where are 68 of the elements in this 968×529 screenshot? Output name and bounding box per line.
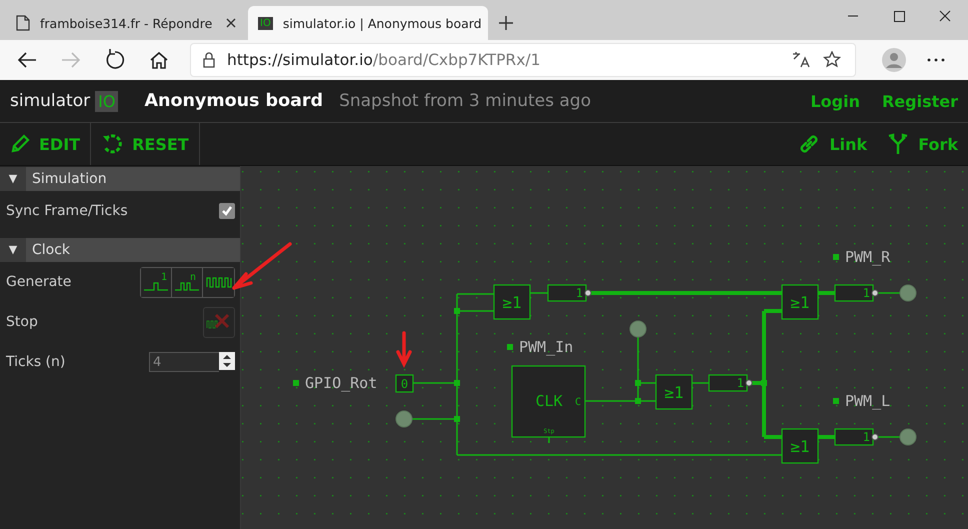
ticks-field[interactable]: 4 — [149, 352, 219, 372]
setting-label: Sync Frame/Ticks — [6, 203, 128, 219]
setting-label: Generate — [6, 274, 72, 290]
header-link[interactable]: Register — [882, 92, 958, 110]
pulse-button[interactable]: 1 — [141, 268, 172, 296]
or-gate: ≥1 — [493, 284, 531, 320]
toolbar-button[interactable]: RESET — [91, 123, 200, 165]
section-header[interactable]: ▼ Simulation — [0, 167, 240, 191]
or-gate: ≥1 — [781, 284, 819, 320]
translate-icon[interactable] — [791, 51, 811, 69]
logo-badge: IO — [95, 90, 118, 112]
or-gate: ≥1 — [655, 374, 693, 410]
buffer-gate: 1 — [834, 284, 878, 302]
setting-label: Ticks (n) — [6, 354, 66, 370]
more-menu-icon[interactable] — [926, 57, 946, 63]
pulse-button[interactable]: n — [172, 268, 203, 296]
wire — [530, 292, 548, 294]
page-icon — [16, 15, 30, 31]
toolbar-button[interactable]: Fork — [877, 123, 968, 165]
led-indicator — [396, 410, 412, 428]
fork-icon — [887, 133, 910, 155]
close-tab-icon[interactable] — [226, 18, 236, 28]
address-bar[interactable]: https://simulator.io/board/Cxbp7KTPRx/1 — [190, 43, 856, 77]
favorite-star-icon[interactable] — [823, 51, 843, 69]
pin-label: GPIO_Rot — [305, 374, 378, 392]
reset-icon — [101, 133, 124, 155]
wire — [877, 436, 900, 438]
pin-label: PWM_In — [519, 338, 574, 356]
buffer-gate: 1 — [708, 374, 752, 392]
toolbar-button[interactable]: Link — [788, 123, 878, 165]
led-indicator — [630, 320, 646, 338]
wire — [818, 435, 836, 439]
lock-icon — [203, 52, 215, 68]
pin-label: PWM_R — [845, 248, 890, 266]
browser-tab[interactable]: framboise314.fr - Répondre — [6, 6, 246, 40]
toolbar-button[interactable]: EDIT — [0, 123, 92, 165]
pin-marker — [833, 254, 839, 260]
header-link[interactable]: Login — [810, 92, 860, 110]
section-header[interactable]: ▼ Clock — [0, 238, 240, 262]
or-gate: ≥1 — [781, 428, 819, 464]
buffer-gate: 1 — [547, 284, 592, 302]
wire — [692, 382, 710, 384]
led-indicator — [900, 284, 916, 302]
led-indicator — [900, 428, 916, 446]
spinner-icon[interactable] — [219, 352, 235, 370]
link-icon — [798, 133, 820, 155]
checkbox[interactable] — [219, 203, 235, 219]
square-wave-icon — [206, 276, 232, 288]
browser-tab[interactable]: IO simulator.io | Anonymous board — [248, 6, 488, 40]
toggle-switch[interactable]: 0 — [395, 374, 414, 393]
board-title: Anonymous board — [144, 91, 324, 111]
wire — [548, 437, 550, 443]
logo-text: simulator — [10, 91, 90, 111]
setting-label: Stop — [6, 314, 38, 330]
profile-avatar-icon[interactable] — [882, 48, 906, 72]
pin-marker — [293, 380, 299, 386]
pin-marker — [507, 344, 513, 350]
pin-label: PWM_L — [845, 392, 890, 410]
snapshot-info: Snapshot from 3 minutes ago — [339, 91, 591, 111]
new-tab-icon[interactable] — [498, 15, 514, 31]
continuous-clock-button[interactable] — [203, 268, 234, 296]
wire — [877, 292, 900, 294]
wire — [818, 291, 836, 295]
pin-marker — [833, 398, 839, 404]
annotation-arrow — [396, 331, 412, 368]
pencil-icon — [10, 134, 30, 154]
buffer-gate: 1 — [834, 428, 878, 446]
annotation-arrow — [232, 242, 292, 290]
